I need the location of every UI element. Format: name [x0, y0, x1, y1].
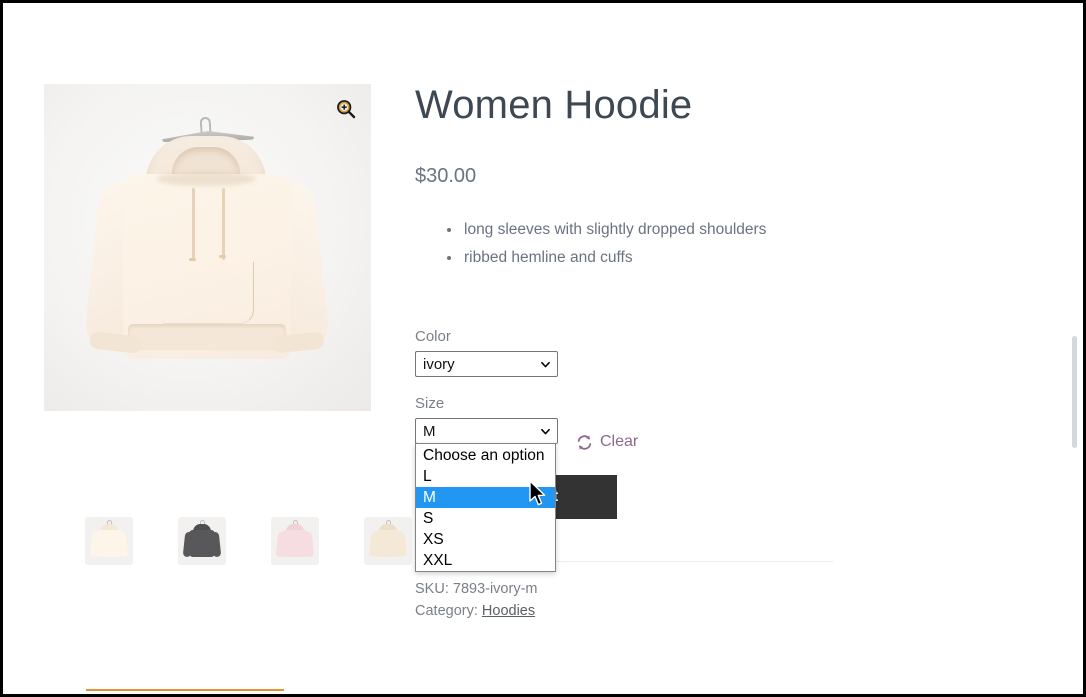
clear-variations-link[interactable]: Clear — [576, 433, 638, 451]
dropdown-option-s[interactable]: S — [416, 508, 555, 529]
sku-value: 7893-ivory-m — [453, 581, 538, 597]
dropdown-option-l[interactable]: L — [416, 466, 555, 487]
scrollbar-track[interactable] — [1075, 6, 1080, 697]
hanger-hook-shape — [199, 117, 211, 134]
dropdown-option-xs[interactable]: XS — [416, 529, 555, 550]
list-item: ribbed hemline and cuffs — [462, 244, 1055, 272]
size-select[interactable]: M — [415, 418, 558, 444]
hoodie-pocket-shape — [162, 262, 254, 324]
chevron-down-icon — [541, 360, 550, 369]
color-label: Color — [415, 328, 558, 345]
clear-label: Clear — [600, 433, 638, 451]
color-select[interactable]: ivory — [415, 351, 558, 377]
thumb-body-shape — [96, 530, 122, 557]
variations-form: Color ivory Size M — [415, 328, 558, 377]
thumbnail-strip — [85, 517, 412, 565]
bottom-page-edge-strip — [86, 689, 284, 691]
color-select-value: ivory — [423, 356, 455, 373]
thumb-body-shape — [375, 530, 401, 557]
sku-label: SKU: — [415, 581, 449, 597]
category-link[interactable]: Hoodies — [482, 603, 535, 619]
category-line: Category: Hoodies — [415, 600, 537, 622]
thumb-body-shape — [189, 530, 215, 557]
list-item: long sleeves with slightly dropped shoul… — [462, 216, 1055, 244]
scrollbar-thumb[interactable] — [1072, 336, 1077, 448]
size-select-value: M — [423, 423, 436, 440]
category-label: Category: — [415, 603, 478, 619]
size-variation-row: Size M — [415, 395, 558, 444]
thumb-body-shape — [282, 530, 308, 557]
product-main-image[interactable] — [44, 84, 371, 411]
thumbnail-ivory[interactable] — [85, 517, 133, 565]
hoodie-drawstring-tip-right — [219, 255, 226, 258]
product-feature-list: long sleeves with slightly dropped shoul… — [415, 216, 1055, 272]
thumbnail-cream[interactable] — [364, 517, 412, 565]
hoodie-neck-shadow — [156, 172, 256, 186]
product-meta: SKU: 7893-ivory-m Category: Hoodies — [415, 578, 537, 622]
sku-line: SKU: 7893-ivory-m — [415, 578, 537, 600]
zoom-in-icon[interactable] — [335, 98, 357, 120]
hoodie-drawstring-left — [192, 188, 195, 260]
hoodie-hemline-shape — [128, 324, 286, 350]
page-title: Women Hoodie — [415, 83, 1055, 127]
product-summary: Women Hoodie $30.00 long sleeves with sl… — [415, 83, 1055, 272]
refresh-icon — [576, 434, 593, 451]
dropdown-option-xxl[interactable]: XXL — [416, 550, 555, 571]
hoodie-drawstring-tip-left — [189, 258, 196, 261]
dropdown-option-m[interactable]: M — [416, 487, 555, 508]
size-dropdown-listbox[interactable]: Choose an option L M S XS XXL — [415, 443, 556, 572]
product-price: $30.00 — [415, 165, 1055, 188]
thumbnail-pink[interactable] — [271, 517, 319, 565]
size-label: Size — [415, 395, 558, 412]
color-variation-row: Color ivory — [415, 328, 558, 377]
browser-viewport: Women Hoodie $30.00 long sleeves with sl… — [0, 0, 1086, 697]
chevron-down-icon — [541, 427, 550, 436]
dropdown-option-choose[interactable]: Choose an option — [416, 445, 555, 466]
product-gallery — [44, 84, 371, 411]
hoodie-drawstring-right — [222, 188, 225, 260]
thumbnail-charcoal[interactable] — [178, 517, 226, 565]
